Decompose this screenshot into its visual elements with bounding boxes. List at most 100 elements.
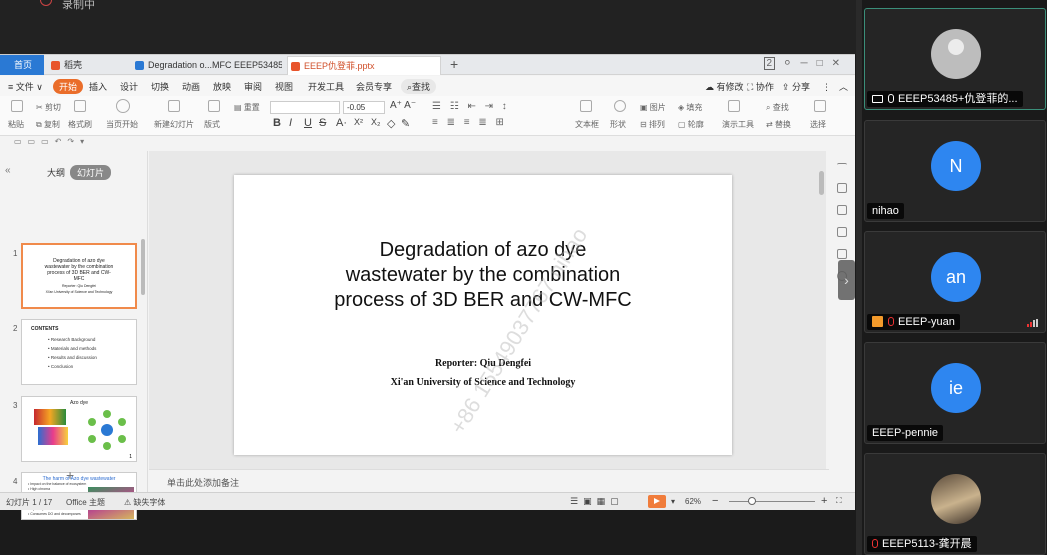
reset-button[interactable]: ▤ 重置 xyxy=(234,102,260,113)
reset-label: 重置 xyxy=(243,103,260,112)
menu-start[interactable]: 开始 xyxy=(53,79,84,94)
italic-icon[interactable]: I xyxy=(289,117,292,129)
subscript-icon[interactable]: X₂ xyxy=(371,117,381,127)
copy-button[interactable]: ⧉ 复制 xyxy=(36,119,60,130)
collaborate-button[interactable]: ⛶ 协作 xyxy=(747,80,774,93)
image-button[interactable]: ▣ 图片 xyxy=(640,102,666,113)
zoom-slider-track[interactable] xyxy=(729,501,815,502)
view-mode-icons[interactable]: ☰▣▦▢ xyxy=(570,496,624,507)
canvas-scrollbar[interactable] xyxy=(819,171,824,195)
collapse-panel-icon[interactable]: « xyxy=(5,165,11,176)
bold-icon[interactable]: B xyxy=(273,117,281,129)
zoom-level[interactable]: 62% xyxy=(685,497,701,506)
shape-icon[interactable] xyxy=(614,100,626,112)
zoom-in-icon[interactable]: + xyxy=(821,495,827,507)
align-icons[interactable]: ≡ ≣ ≡ ≣ ⊞ xyxy=(432,117,507,128)
slide-title-line: process of 3D BER and CW-MFC xyxy=(334,289,632,311)
textbox-icon[interactable] xyxy=(580,100,592,112)
menu-view[interactable]: 视图 xyxy=(275,80,293,93)
new-slide-icon[interactable] xyxy=(168,100,180,112)
thumb-number: 4 xyxy=(13,477,18,486)
tab-slides[interactable]: 幻灯片 xyxy=(70,165,112,180)
zoom-slider-knob[interactable] xyxy=(748,497,756,505)
arrange-button[interactable]: ⊟ 排列 xyxy=(640,119,665,130)
clear-format-icon[interactable]: ◇ xyxy=(387,117,395,130)
superscript-icon[interactable]: X² xyxy=(354,117,363,127)
current-slide[interactable]: Degradation of azo dye wastewater by the… xyxy=(234,175,732,455)
slide-thumbnail-1[interactable]: Degradation of azo dye wastewater by the… xyxy=(21,243,137,309)
participant-tile[interactable]: ie EEEP-pennie xyxy=(864,342,1046,444)
menu-developer[interactable]: 开发工具 xyxy=(308,80,344,93)
slide-university[interactable]: Xi'an University of Science and Technolo… xyxy=(234,377,732,388)
collaborate-label: 协作 xyxy=(755,82,774,92)
fit-window-icon[interactable]: ⛶ xyxy=(836,496,842,506)
underline-icon[interactable]: U xyxy=(304,117,312,129)
menu-review[interactable]: 审阅 xyxy=(244,80,262,93)
menu-slideshow[interactable]: 放映 xyxy=(213,80,231,93)
tab-pptx-active[interactable]: EEEP仇登菲.pptx xyxy=(287,56,441,75)
play-slideshow-button[interactable] xyxy=(648,495,666,508)
select-icon[interactable] xyxy=(814,100,826,112)
participant-tile[interactable]: EEEP5113-龚开晨 xyxy=(864,453,1046,555)
slide-title[interactable]: Degradation of azo dye wastewater by the… xyxy=(234,238,732,313)
tab-outline[interactable]: 大纲 xyxy=(47,166,65,179)
highlight-icon[interactable]: ✎ xyxy=(401,117,410,130)
present-tools-icon[interactable] xyxy=(728,100,740,112)
copy-style-icon[interactable] xyxy=(837,227,847,237)
tab-document-1[interactable]: Degradation o...MFC EEEP53485 xyxy=(132,56,282,75)
modified-indicator[interactable]: ☁ 有修改 xyxy=(705,80,744,93)
search-button[interactable]: ⌕查找 xyxy=(401,79,437,94)
notes-placeholder: 单击此处添加备注 xyxy=(167,478,240,488)
notes-bar[interactable]: 单击此处添加备注 xyxy=(149,469,829,493)
tab-bar: 首页 稻壳 Degradation o...MFC EEEP53485 EEEP… xyxy=(0,55,855,75)
thumbnail-scrollbar[interactable] xyxy=(141,239,145,295)
menu-animation[interactable]: 动画 xyxy=(182,80,200,93)
zoom-out-icon[interactable]: − xyxy=(712,495,718,507)
font-color-icon[interactable]: A· xyxy=(336,117,347,129)
font-size-input[interactable]: -0.05 xyxy=(343,101,385,114)
cut-button[interactable]: ✂ 剪切 xyxy=(36,102,61,113)
zoom-dropdown-icon[interactable]: ▾ xyxy=(671,497,675,506)
strikethrough-icon[interactable]: S xyxy=(319,117,326,129)
participant-tile[interactable]: an EEEP-yuan xyxy=(864,231,1046,333)
menu-file[interactable]: ≡ 文件 ∨ xyxy=(8,80,43,93)
ribbon-more-icon[interactable]: ⋮︿ xyxy=(822,80,856,93)
menu-design[interactable]: 设计 xyxy=(120,80,138,93)
quick-access-bar[interactable]: ▭▭▭↶↷▾ xyxy=(0,137,150,151)
outline-button[interactable]: ▢ 轮廓 xyxy=(678,119,704,130)
participant-tile[interactable]: N nihao xyxy=(864,120,1046,222)
participant-tile[interactable]: EEEP53485+仇登菲的... xyxy=(864,8,1046,110)
slide-reporter[interactable]: Reporter: Qiu Dengfei xyxy=(234,358,732,369)
layout-icon[interactable] xyxy=(208,100,220,112)
find-button[interactable]: ⌕ 查找 xyxy=(766,102,789,113)
list-icons[interactable]: ☰ ☷ ⇤ ⇥ ↕ xyxy=(432,101,510,112)
tab-home[interactable]: 首页 xyxy=(0,55,44,75)
tab-daoke[interactable]: 稻壳 xyxy=(48,56,128,75)
font-name-input[interactable] xyxy=(270,101,340,114)
replace-button[interactable]: ⇄ 替换 xyxy=(766,119,791,130)
collapse-rail-chevron-icon[interactable]: › xyxy=(838,260,855,300)
window-controls[interactable]: 2 ⚪─□✕ xyxy=(763,57,849,70)
theme-name[interactable]: Office 主题 xyxy=(66,497,105,508)
play-from-current-icon[interactable] xyxy=(116,99,130,113)
share-button[interactable]: ⇪ 分享 xyxy=(782,80,810,93)
missing-font-button[interactable]: ⚠ 缺失字体 xyxy=(124,497,165,508)
format-painter-icon[interactable] xyxy=(74,100,86,112)
font-grow-shrink-icon[interactable]: A⁺ A⁻ xyxy=(390,100,416,111)
fill-button[interactable]: ◈ 填充 xyxy=(678,102,702,113)
menu-member[interactable]: 会员专享 xyxy=(356,80,392,93)
new-tab-plus-icon[interactable]: + xyxy=(450,56,458,72)
property-icon[interactable] xyxy=(837,183,847,193)
settings-icon[interactable] xyxy=(837,249,847,259)
add-slide-icon[interactable]: + xyxy=(66,467,74,483)
paste-icon[interactable] xyxy=(11,100,23,112)
play-from-current-label: 当页开始 xyxy=(106,120,138,129)
menu-transition[interactable]: 切换 xyxy=(151,80,169,93)
pin-icon[interactable] xyxy=(837,205,847,215)
participant-nametag: nihao xyxy=(867,203,904,219)
menu-insert[interactable]: 插入 xyxy=(89,80,107,93)
slide-thumbnail-2[interactable]: CONTENTS Research Background Materials a… xyxy=(21,319,137,385)
dye-photo xyxy=(34,409,66,425)
slide-thumbnail-3[interactable]: Azo dye 1 xyxy=(21,396,137,462)
participant-nametag: EEEP-yuan xyxy=(867,314,960,330)
